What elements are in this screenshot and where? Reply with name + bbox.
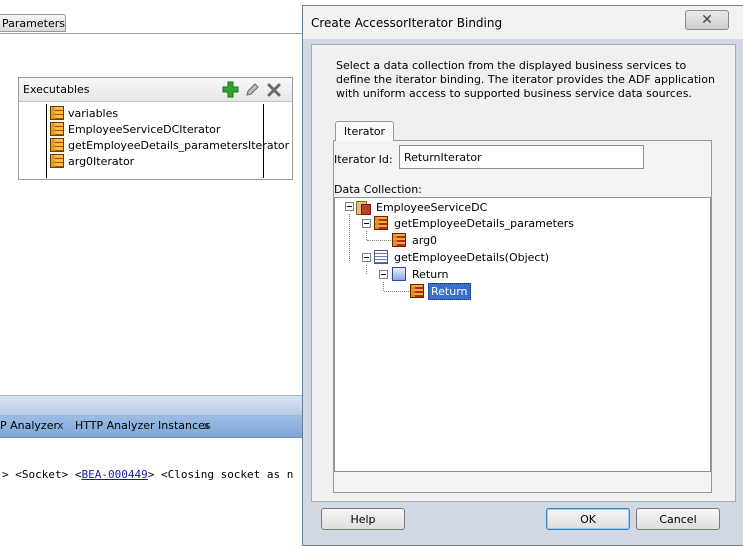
data-control-icon [356, 200, 371, 215]
iterator-panel: Iterator Id: Data Collection: EmployeeSe… [333, 140, 712, 493]
dialog-body: Select a data collection from the displa… [311, 44, 736, 502]
tab-underline [0, 33, 310, 34]
log-text: > <Socket> < [2, 468, 82, 481]
tab-http-analyzer-instances[interactable]: HTTP Analyzer Instances [75, 419, 211, 432]
cancel-button-label: Cancel [659, 512, 697, 526]
close-icon[interactable]: x [57, 419, 64, 432]
tab-parameters[interactable]: Parameters [0, 14, 66, 32]
executables-list: variables EmployeeServiceDCIterator getE… [46, 104, 289, 178]
tree-node-return-accessor[interactable]: Return [392, 266, 451, 282]
executable-item-variables[interactable]: variables [50, 105, 118, 121]
add-icon[interactable] [221, 80, 240, 99]
executable-label: EmployeeServiceDCIterator [68, 122, 221, 136]
executables-panel: Executables variables EmployeeServiceDCI… [18, 77, 293, 180]
delete-icon[interactable] [264, 80, 283, 99]
create-accessor-iterator-dialog: Create AccessorIterator Binding ✕ Select… [302, 5, 743, 546]
tree-connector [367, 240, 393, 241]
collapse-toggle[interactable] [379, 270, 388, 279]
tree-node-employee-service-dc[interactable]: EmployeeServiceDC [356, 199, 489, 215]
iterator-icon [50, 122, 64, 136]
tree-node-label: getEmployeeDetails_parameters [394, 216, 574, 230]
tree-node-label: Return [412, 267, 449, 281]
ok-button-label: OK [580, 512, 596, 526]
tree-node-label: getEmployeeDetails(Object) [394, 250, 550, 264]
tree-node-return-collection[interactable]: Return [410, 282, 471, 300]
collection-icon [374, 216, 388, 230]
executable-label: variables [68, 106, 119, 120]
log-message-link[interactable]: BEA-000449 [81, 468, 147, 481]
cancel-button[interactable]: Cancel [636, 508, 720, 530]
data-collection-label: Data Collection: [334, 183, 422, 196]
close-button[interactable]: ✕ [685, 10, 729, 30]
help-button[interactable]: Help [321, 508, 405, 530]
return-icon [392, 267, 406, 281]
tree-connector [384, 291, 411, 292]
collection-icon [410, 284, 424, 298]
executable-item-arg0-iterator[interactable]: arg0Iterator [50, 153, 134, 169]
executable-label: getEmployeeDetails_parametersIterator [68, 138, 290, 152]
dialog-description: Select a data collection from the displa… [336, 59, 715, 100]
executable-label: arg0Iterator [68, 154, 135, 168]
help-button-label: Help [350, 512, 376, 526]
collapse-toggle[interactable] [362, 253, 371, 262]
executable-item-parameters-iterator[interactable]: getEmployeeDetails_parametersIterator [50, 137, 289, 153]
iterator-icon [50, 106, 64, 120]
close-icon[interactable]: x [203, 419, 210, 432]
close-icon: ✕ [701, 12, 713, 28]
log-line: > <Socket> <BEA-000449> <Closing socket … [2, 468, 293, 481]
tree-node-label-selected: Return [428, 282, 471, 300]
tree-node-label: EmployeeServiceDC [376, 200, 488, 214]
executable-item-employee-iterator[interactable]: EmployeeServiceDCIterator [50, 121, 220, 137]
tree-node-arg0[interactable]: arg0 [392, 232, 439, 248]
tree-connector [366, 265, 367, 274]
edit-pencil-icon[interactable] [242, 80, 261, 99]
method-icon [374, 250, 388, 264]
ok-button[interactable]: OK [546, 508, 630, 530]
tree-connector [383, 282, 384, 291]
tree-node-get-employee-details-parameters[interactable]: getEmployeeDetails_parameters [374, 215, 576, 231]
tab-iterator[interactable]: Iterator [335, 121, 394, 141]
collapse-toggle[interactable] [362, 219, 371, 228]
iterator-icon [50, 138, 64, 152]
tab-http-analyzer[interactable]: P Analyzer [0, 419, 58, 432]
log-text: > <Closing socket as n [147, 468, 294, 481]
executables-title: Executables [23, 83, 90, 96]
dialog-titlebar[interactable]: Create AccessorIterator Binding ✕ [303, 6, 743, 39]
iterator-id-input[interactable] [399, 145, 644, 169]
iterator-id-label: Iterator Id: [334, 153, 393, 166]
tree-node-get-employee-details-method[interactable]: getEmployeeDetails(Object) [374, 249, 551, 265]
data-collection-tree[interactable]: EmployeeServiceDC getEmployeeDetails_par… [334, 197, 711, 472]
tree-node-label: arg0 [412, 233, 438, 247]
iterator-icon [50, 154, 64, 168]
tree-connector [349, 214, 350, 261]
collection-icon [392, 233, 406, 247]
dialog-title: Create AccessorIterator Binding [311, 16, 503, 30]
collapse-toggle[interactable] [345, 202, 354, 211]
executables-header: Executables [19, 78, 292, 102]
tree-connector [366, 231, 367, 240]
